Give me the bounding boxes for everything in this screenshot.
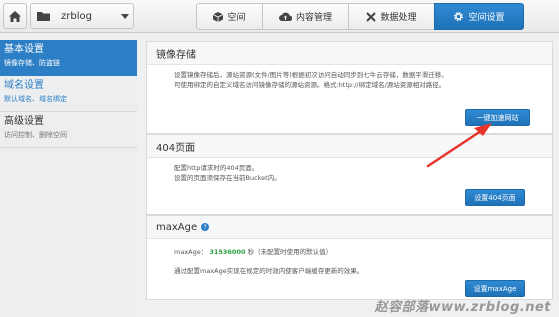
maxage-setting: maxAge： 31536000 秒（未配置时使用的默认值） — [174, 248, 552, 258]
sidebar-item-basic-settings[interactable]: 基本设置 镜像存储、防盗链 — [0, 40, 137, 76]
top-toolbar: zrblog 空间 内容管理 数据处理 空间设置 — [0, 0, 559, 33]
page-404-panel: 404页面 配置http请求时的404页面。 设置的页面须保存在当前Bucket… — [146, 134, 553, 215]
help-icon[interactable]: ? — [201, 223, 210, 231]
tab-data-processing[interactable]: 数据处理 — [348, 3, 434, 30]
maxage-value: 31536000 — [209, 248, 246, 256]
maxage-description: 通过配置maxAge实现在规定的时效内使客户端缓存更新的效果。 — [174, 266, 364, 275]
folder-icon — [31, 11, 55, 21]
sidebar-item-subtitle: 默认域名、域名绑定 — [4, 95, 67, 103]
sidebar-item-subtitle: 镜像存储、防盗链 — [4, 59, 60, 67]
accelerate-site-button[interactable]: 一键加速网站 — [465, 109, 530, 126]
page-404-description-line2: 设置的页面须保存在当前Bucket内。 — [174, 173, 281, 182]
maxage-panel-header: maxAge ? — [147, 216, 552, 239]
bucket-select[interactable]: zrblog — [30, 3, 134, 29]
maxage-panel: maxAge ? maxAge： 31536000 秒（未配置时使用的默认值） … — [146, 215, 553, 300]
main-content: 镜像存储 设置镜像存储后，源站资源(文件/图片等)根据初次访问自动同步到七牛云存… — [146, 41, 553, 317]
panel-title: maxAge — [156, 221, 198, 233]
panel-title: 镜像存储 — [147, 42, 552, 65]
page-404-description-line1: 配置http请求时的404页面。 — [174, 164, 259, 172]
tab-label: 数据处理 — [380, 13, 417, 23]
cloud-upload-icon — [279, 12, 292, 21]
sidebar-item-title: 高级设置 — [4, 116, 44, 127]
tab-space-settings[interactable]: 空间设置 — [434, 3, 524, 30]
watermark-text: 赵容部落www.zrblog.net — [374, 300, 551, 315]
tab-label: 空间 — [227, 13, 246, 23]
set-maxage-button[interactable]: 设置maxAge — [465, 280, 525, 297]
tab-space[interactable]: 空间 — [196, 3, 262, 30]
bucket-name: zrblog — [61, 10, 92, 22]
tab-label: 空间设置 — [468, 13, 505, 23]
tab-content[interactable]: 内容管理 — [262, 3, 348, 30]
settings-sidebar: 基本设置 镜像存储、防盗链 域名设置 默认域名、域名绑定 高级设置 访问控制、删… — [0, 40, 137, 317]
mirror-storage-panel: 镜像存储 设置镜像存储后，源站资源(文件/图片等)根据初次访问自动同步到七牛云存… — [146, 41, 553, 134]
maxage-label: maxAge： — [174, 248, 208, 256]
sidebar-item-title: 域名设置 — [4, 80, 44, 91]
home-icon — [9, 10, 21, 22]
sidebar-item-title: 基本设置 — [4, 44, 44, 55]
panel-title: 404页面 — [147, 135, 552, 158]
chevron-down-icon — [117, 13, 133, 19]
tools-icon — [366, 11, 377, 22]
main-tabs: 空间 内容管理 数据处理 空间设置 — [196, 3, 524, 30]
cube-icon — [213, 11, 224, 22]
tab-label: 内容管理 — [295, 13, 332, 23]
mirror-description-line2: 可使用绑定的自定义域名访问镜像存储的源站资源。格式:http://绑定域名/源站… — [174, 80, 446, 89]
sidebar-item-domain-settings[interactable]: 域名设置 默认域名、域名绑定 — [0, 76, 137, 112]
set-404-page-button[interactable]: 设置404页面 — [465, 189, 525, 206]
gear-icon — [454, 12, 464, 21]
sidebar-item-advanced-settings[interactable]: 高级设置 访问控制、删除空间 — [0, 112, 137, 148]
mirror-description-line1: 设置镜像存储后，源站资源(文件/图片等)根据初次访问自动同步到七牛云存储，数据平… — [174, 71, 448, 79]
sidebar-item-subtitle: 访问控制、删除空间 — [4, 131, 67, 139]
home-button[interactable] — [3, 3, 27, 29]
maxage-unit: 秒（未配置时使用的默认值） — [247, 248, 333, 256]
